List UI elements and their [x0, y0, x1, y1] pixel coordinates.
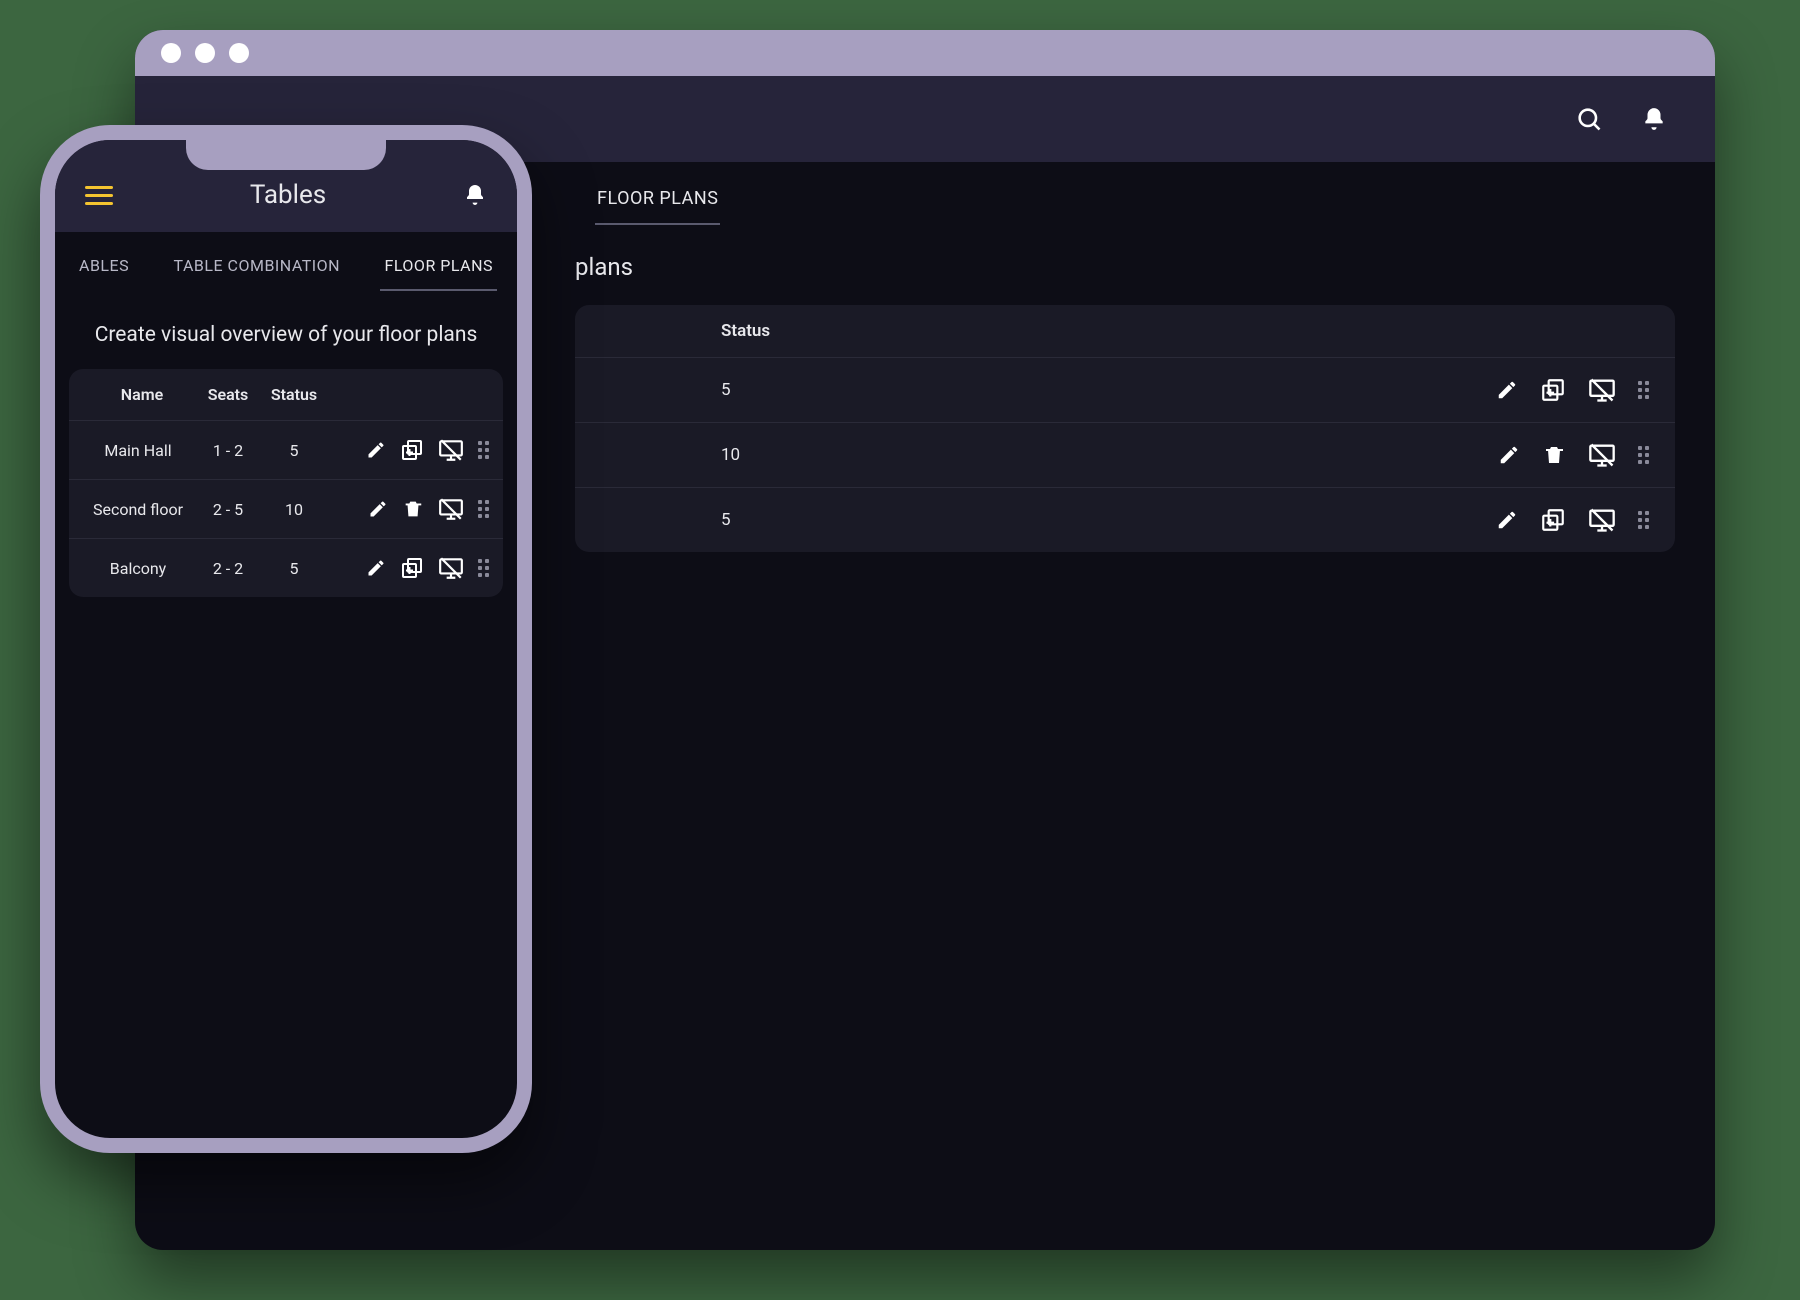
drag-handle-icon[interactable] — [478, 500, 489, 518]
screen-off-icon[interactable] — [438, 437, 464, 463]
cell-status: 5 — [263, 559, 325, 578]
table-row: Main Hall 1 - 2 5 — [69, 420, 503, 479]
edit-icon[interactable] — [366, 440, 386, 460]
duplicate-icon[interactable] — [400, 556, 424, 580]
traffic-light-dot[interactable] — [161, 43, 181, 63]
drag-handle-icon[interactable] — [1638, 381, 1649, 399]
delete-icon[interactable] — [1542, 443, 1566, 467]
cell-seats: 2 - 2 — [193, 559, 263, 578]
phone-floor-plans-table: Name Seats Status Main Hall 1 - 2 5 Seco… — [69, 369, 503, 597]
traffic-light-dot[interactable] — [195, 43, 215, 63]
delete-icon[interactable] — [402, 498, 424, 520]
tab-table-combination[interactable]: TABLE COMBINATION — [170, 256, 345, 291]
cell-status: 10 — [601, 445, 1369, 465]
table-row: Balcony 2 - 2 5 — [69, 538, 503, 597]
tab-floor-plans[interactable]: FLOOR PLANS — [380, 256, 497, 291]
screen-off-icon[interactable] — [438, 555, 464, 581]
screen-off-icon[interactable] — [1588, 441, 1616, 469]
traffic-light-dot[interactable] — [229, 43, 249, 63]
cell-status: 5 — [601, 380, 1369, 400]
cell-status: 10 — [263, 500, 325, 519]
table-row: 5 — [575, 487, 1675, 552]
cell-status: 5 — [263, 441, 325, 460]
screen-off-icon[interactable] — [1588, 376, 1616, 404]
drag-handle-icon[interactable] — [478, 441, 489, 459]
column-header-status: Status — [263, 385, 325, 404]
column-header-seats: Seats — [193, 385, 263, 404]
duplicate-icon[interactable] — [1540, 507, 1566, 533]
phone-window: Tables ABLES TABLE COMBINATION FLOOR PLA… — [40, 125, 532, 1153]
table-row: 5 — [575, 357, 1675, 422]
edit-icon[interactable] — [366, 558, 386, 578]
screen-off-icon[interactable] — [1588, 506, 1616, 534]
cell-name: Second floor — [83, 500, 193, 519]
table-row: 10 — [575, 422, 1675, 487]
edit-icon[interactable] — [368, 499, 388, 519]
cell-name: Main Hall — [83, 441, 193, 460]
screen-off-icon[interactable] — [438, 496, 464, 522]
duplicate-icon[interactable] — [400, 438, 424, 462]
page-title: Tables — [250, 180, 326, 210]
hamburger-menu-icon[interactable] — [85, 186, 113, 205]
cell-seats: 2 - 5 — [193, 500, 263, 519]
phone-notch — [186, 138, 386, 170]
browser-chrome — [135, 30, 1715, 76]
table-header-row: Status — [575, 305, 1675, 357]
desktop-floor-plans-table: Status 5 10 — [575, 305, 1675, 552]
search-icon[interactable] — [1575, 105, 1603, 133]
tab-floor-plans[interactable]: FLOOR PLANS — [595, 182, 720, 225]
drag-handle-icon[interactable] — [478, 559, 489, 577]
drag-handle-icon[interactable] — [1638, 446, 1649, 464]
bell-icon[interactable] — [463, 183, 487, 207]
cell-name: Balcony — [83, 559, 193, 578]
table-header-row: Name Seats Status — [69, 369, 503, 420]
phone-subtitle: Create visual overview of your floor pla… — [55, 291, 517, 369]
edit-icon[interactable] — [1496, 379, 1518, 401]
edit-icon[interactable] — [1496, 509, 1518, 531]
column-header-status: Status — [601, 321, 1369, 341]
tab-tables[interactable]: ABLES — [75, 256, 133, 291]
edit-icon[interactable] — [1498, 444, 1520, 466]
table-row: Second floor 2 - 5 10 — [69, 479, 503, 538]
cell-seats: 1 - 2 — [193, 441, 263, 460]
column-header-name: Name — [83, 385, 193, 404]
phone-tabs: ABLES TABLE COMBINATION FLOOR PLANS — [55, 232, 517, 291]
drag-handle-icon[interactable] — [1638, 511, 1649, 529]
duplicate-icon[interactable] — [1540, 377, 1566, 403]
bell-icon[interactable] — [1641, 106, 1667, 132]
cell-status: 5 — [601, 510, 1369, 530]
